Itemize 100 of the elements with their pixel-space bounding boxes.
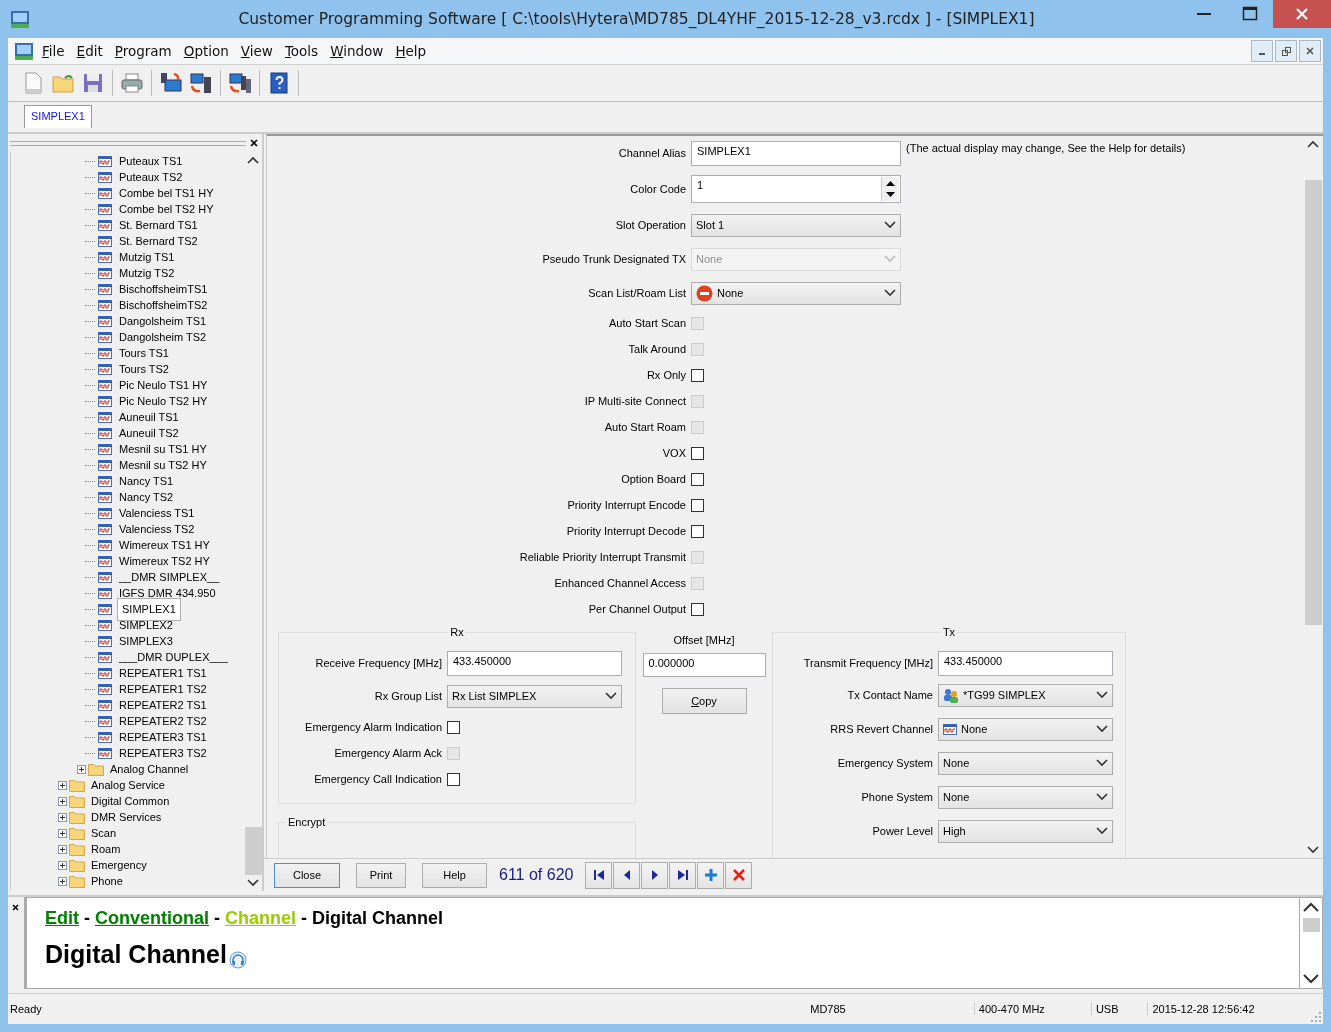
scroll-down-icon[interactable] xyxy=(1303,974,1319,984)
scroll-down-icon[interactable] xyxy=(247,879,259,887)
tree-item[interactable]: Roam xyxy=(89,842,123,856)
tree-item[interactable]: BischoffsheimTS1 xyxy=(117,282,210,296)
menu-item[interactable]: Option xyxy=(177,43,235,59)
spinner-field[interactable]: 1 xyxy=(691,175,901,203)
tree-item[interactable]: Mesnil su TS1 HY xyxy=(117,442,209,456)
close-button[interactable] xyxy=(1273,0,1331,28)
scroll-up-icon[interactable] xyxy=(247,156,259,164)
tree-item[interactable]: REPEATER3 TS2 xyxy=(117,746,209,760)
expand-icon[interactable] xyxy=(58,796,67,806)
expand-icon[interactable] xyxy=(58,844,67,854)
tree-item[interactable]: ___DMR DUPLEX___ xyxy=(117,650,230,664)
nav-button[interactable]: Print xyxy=(356,862,406,888)
tree-item[interactable]: Pic Neulo TS1 HY xyxy=(117,378,210,392)
previous-record-icon[interactable] xyxy=(613,861,641,889)
tree-item[interactable]: Pic Neulo TS2 HY xyxy=(117,394,210,408)
scroll-up-icon[interactable] xyxy=(1303,902,1319,912)
dropdown[interactable]: None xyxy=(938,785,1113,809)
tree-item[interactable]: Valenciess TS1 xyxy=(117,506,197,520)
tree-item[interactable]: St. Bernard TS1 xyxy=(117,218,200,232)
copy-button[interactable]: Copy xyxy=(661,688,747,714)
dropdown[interactable]: High xyxy=(938,819,1113,843)
expand-icon[interactable] xyxy=(58,828,67,838)
close-icon[interactable] xyxy=(250,139,258,147)
scroll-up-icon[interactable] xyxy=(1307,140,1319,148)
spin-down-icon[interactable] xyxy=(886,192,895,198)
checkbox[interactable] xyxy=(691,524,704,538)
text-field[interactable]: 433.450000 xyxy=(447,650,622,676)
tree-item[interactable]: Analog Service xyxy=(89,778,167,792)
menu-item[interactable]: Help xyxy=(389,43,433,59)
tree-item[interactable]: Wimereux TS1 HY xyxy=(117,538,212,552)
expand-icon[interactable] xyxy=(58,780,67,790)
tree-item[interactable]: Combe bel TS2 HY xyxy=(117,202,216,216)
checkbox[interactable] xyxy=(691,602,704,616)
expand-icon[interactable] xyxy=(58,812,67,822)
tree-item[interactable]: Dangolsheim TS1 xyxy=(117,314,209,328)
tree-item[interactable]: __DMR SIMPLEX__ xyxy=(117,570,222,584)
tree-item[interactable]: St. Bernard TS2 xyxy=(117,234,200,248)
tree-item[interactable]: Mutzig TS2 xyxy=(117,266,177,280)
dropdown[interactable]: None xyxy=(938,751,1113,775)
text-field[interactable]: 433.450000 xyxy=(938,650,1113,676)
tree-item[interactable]: Combe bel TS1 HY xyxy=(117,186,216,200)
checkbox[interactable] xyxy=(691,472,704,486)
checkbox[interactable] xyxy=(447,772,460,786)
tree-item[interactable]: Analog Channel xyxy=(108,762,191,776)
expand-icon[interactable] xyxy=(58,876,67,886)
close-icon[interactable] xyxy=(12,904,19,911)
tree-item[interactable]: Tours TS1 xyxy=(117,346,171,360)
menu-item[interactable]: Program xyxy=(108,43,178,59)
first-record-icon[interactable] xyxy=(585,861,613,889)
checkbox[interactable] xyxy=(447,720,460,734)
tree-item[interactable]: REPEATER3 TS1 xyxy=(117,730,209,744)
tree-item[interactable]: SIMPLEX2 xyxy=(117,618,175,632)
tree-item[interactable]: Emergency xyxy=(89,858,149,872)
nav-button[interactable]: Help xyxy=(422,862,487,888)
tree-item[interactable]: REPEATER2 TS2 xyxy=(117,714,209,728)
checkbox[interactable] xyxy=(691,446,704,460)
nav-button[interactable]: Close xyxy=(274,862,340,888)
expand-icon[interactable] xyxy=(77,764,86,774)
tree-item[interactable]: REPEATER2 TS1 xyxy=(117,698,209,712)
menu-item[interactable]: Edit xyxy=(70,43,109,59)
tree-item[interactable]: IGFS DMR 434.950 xyxy=(117,586,218,600)
restore-button[interactable] xyxy=(1275,40,1297,62)
tree-item[interactable]: Mesnil su TS2 HY xyxy=(117,458,209,472)
tree-item[interactable]: Digital Common xyxy=(89,794,172,808)
menu-item[interactable]: View xyxy=(234,43,279,59)
resize-grip-icon[interactable] xyxy=(1311,1012,1321,1022)
headphones-icon[interactable] xyxy=(228,951,247,969)
expand-icon[interactable] xyxy=(58,860,67,870)
scroll-down-icon[interactable] xyxy=(1307,846,1319,854)
tree-item[interactable]: Tours TS2 xyxy=(117,362,171,376)
tree-item[interactable]: Auneuil TS2 xyxy=(117,426,181,440)
text-field[interactable]: SIMPLEX1 xyxy=(691,140,901,166)
breadcrumb-link[interactable]: Conventional xyxy=(95,908,209,929)
menu-item[interactable]: Tools xyxy=(278,43,325,59)
tree-item[interactable]: Mutzig TS1 xyxy=(117,250,177,264)
breadcrumb-link[interactable]: Edit xyxy=(45,908,79,929)
tree-item[interactable]: Wimereux TS2 HY xyxy=(117,554,212,568)
close-button[interactable] xyxy=(1299,40,1321,62)
spin-up-icon[interactable] xyxy=(886,180,895,186)
tree-item[interactable]: Auneuil TS1 xyxy=(117,410,181,424)
delete-icon[interactable] xyxy=(725,861,753,889)
document-tab[interactable]: SIMPLEX1 xyxy=(24,105,92,128)
tree-item[interactable]: DMR Services xyxy=(89,810,164,824)
tree-item[interactable]: REPEATER1 TS1 xyxy=(117,666,209,680)
text-field[interactable]: 0.000000 xyxy=(642,653,766,677)
dropdown[interactable]: *TG99 SIMPLEX xyxy=(938,683,1113,707)
next-record-icon[interactable] xyxy=(641,861,669,889)
menu-item[interactable]: File xyxy=(36,43,71,59)
checkbox[interactable] xyxy=(691,368,704,382)
menu-item[interactable]: Window xyxy=(324,43,390,59)
tree-item[interactable]: Valenciess TS2 xyxy=(117,522,197,536)
tree-item[interactable]: Dangolsheim TS2 xyxy=(117,330,209,344)
tree-item[interactable]: Phone xyxy=(89,874,125,888)
dropdown[interactable]: Rx List SIMPLEX xyxy=(447,684,622,708)
checkbox[interactable] xyxy=(691,498,704,512)
tree-item[interactable]: Scan xyxy=(89,826,119,840)
tree-item[interactable]: Nancy TS2 xyxy=(117,490,176,504)
tree-item[interactable]: Nancy TS1 xyxy=(117,474,176,488)
